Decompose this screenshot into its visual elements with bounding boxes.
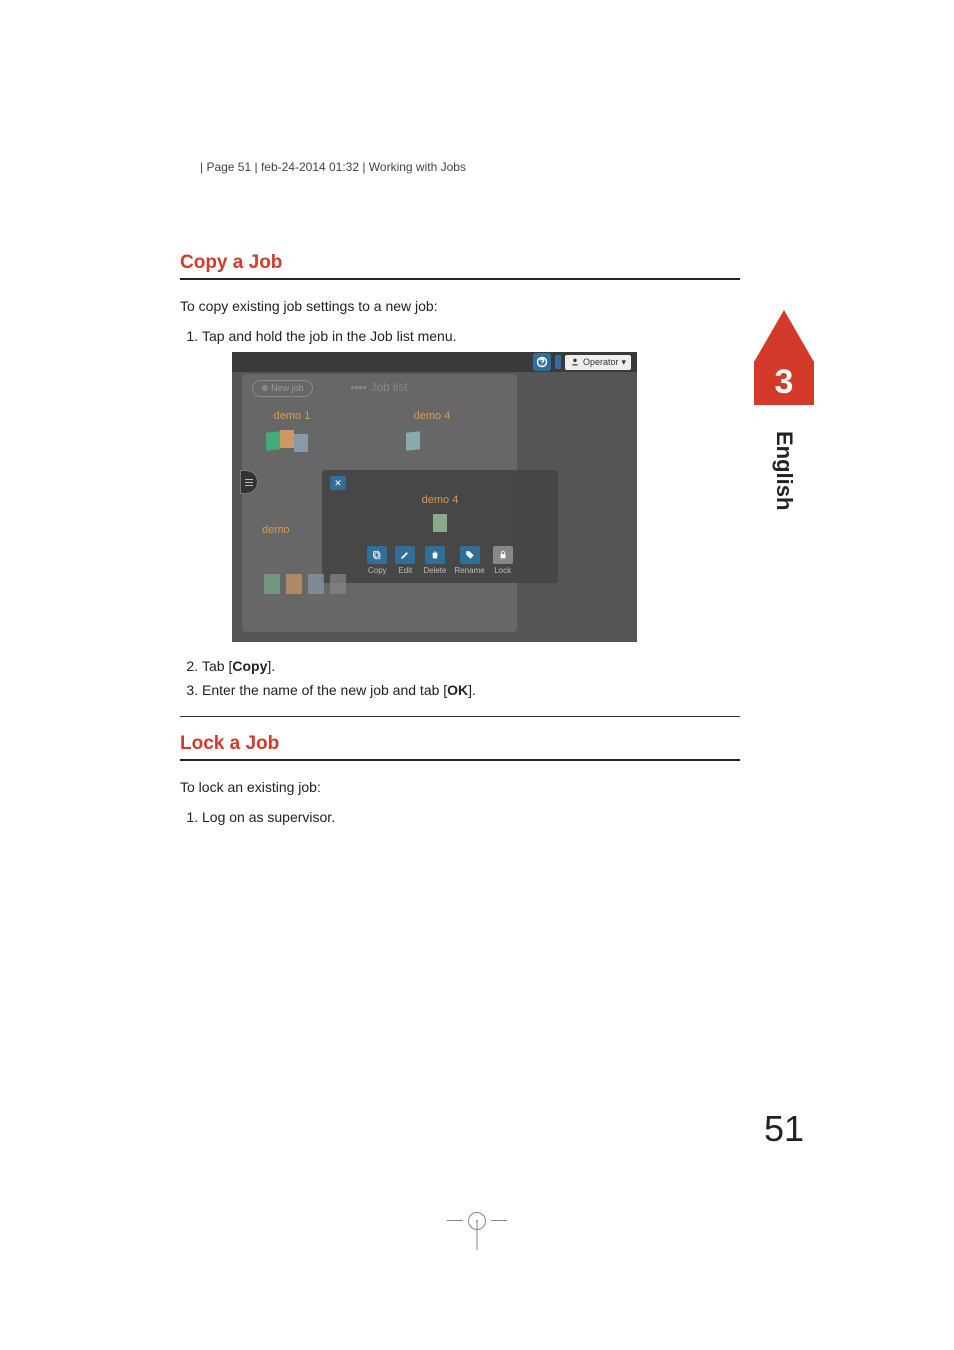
copy-step-2-bold: Copy	[232, 658, 267, 674]
copy-step-3-post: ].	[468, 682, 476, 698]
job-list-panel: ⊕ New job Job list demo 1	[242, 374, 517, 632]
job-list-title-label: Job list	[370, 380, 407, 394]
edit-icon	[395, 546, 415, 564]
copy-icon	[367, 546, 387, 564]
job-tile-demo4-label: demo 4	[402, 410, 462, 422]
popup-job-name: demo 4	[330, 494, 550, 506]
copy-action-label: Copy	[368, 566, 387, 575]
user-menu[interactable]: Operator ▾	[565, 355, 631, 370]
copy-steps-cont: Tab [Copy]. Enter the name of the new jo…	[180, 658, 740, 698]
copy-step-3: Enter the name of the new job and tab [O…	[202, 682, 740, 698]
lock-step-1: Log on as supervisor.	[202, 809, 740, 825]
lock-action-label: Lock	[494, 566, 511, 575]
crop-mark-icon	[447, 1190, 507, 1250]
chevron-down-icon: ▾	[621, 357, 626, 368]
partial-job-label: demo	[262, 524, 290, 536]
copy-steps: Tap and hold the job in the Job list men…	[180, 328, 740, 642]
screenshot-topbar: Operator ▾	[232, 352, 637, 372]
delete-action-label: Delete	[423, 566, 446, 575]
copy-step-2-pre: Tab [	[202, 658, 232, 674]
device-screenshot: Operator ▾ ⊕ New job Job list	[232, 352, 637, 642]
tag-icon	[460, 546, 480, 564]
job-tile-demo4[interactable]: demo 4	[402, 410, 462, 458]
copy-step-2: Tab [Copy].	[202, 658, 740, 674]
edit-action-label: Edit	[398, 566, 412, 575]
close-icon[interactable]: ✕	[330, 476, 346, 490]
side-menu-handle[interactable]	[240, 470, 258, 494]
page-number: 51	[764, 1108, 804, 1150]
user-icon	[570, 357, 580, 367]
bottom-job-thumbs	[264, 574, 346, 594]
job-tile-demo1[interactable]: demo 1	[262, 410, 322, 458]
language-label: English	[771, 431, 797, 510]
chapter-tab-triangle	[754, 310, 814, 362]
chapter-tab: 3 English	[754, 310, 814, 510]
delete-action[interactable]: Delete	[423, 546, 446, 575]
section-title-lock-a-job: Lock a Job	[180, 733, 740, 761]
lock-action[interactable]: Lock	[493, 546, 513, 575]
lock-icon	[493, 546, 513, 564]
popup-actions: Copy Edit Delete	[330, 546, 550, 575]
chapter-number: 3	[754, 361, 814, 405]
grid-icon	[351, 386, 366, 389]
running-header: | Page 51 | feb-24-2014 01:32 | Working …	[200, 160, 466, 174]
user-label: Operator	[583, 357, 619, 367]
copy-action[interactable]: Copy	[367, 546, 387, 575]
copy-step-1-text: Tap and hold the job in the Job list men…	[202, 328, 457, 344]
copy-step-2-post: ].	[267, 658, 275, 674]
edit-action[interactable]: Edit	[395, 546, 415, 575]
trash-icon	[425, 546, 445, 564]
job-context-popup: ✕ demo 4 Copy Edit	[322, 470, 558, 583]
copy-step-3-bold: OK	[447, 682, 468, 698]
section-divider	[180, 716, 740, 717]
lock-intro: To lock an existing job:	[180, 779, 740, 795]
rename-action[interactable]: Rename	[454, 546, 484, 575]
copy-step-1: Tap and hold the job in the Job list men…	[202, 328, 740, 642]
popup-thumb	[330, 514, 550, 538]
help-icon[interactable]	[533, 353, 551, 371]
job-list-title: Job list	[242, 380, 517, 394]
job-tile-demo1-label: demo 1	[262, 410, 322, 422]
section-title-copy-a-job: Copy a Job	[180, 252, 740, 280]
copy-intro: To copy existing job settings to a new j…	[180, 298, 740, 314]
copy-step-3-pre: Enter the name of the new job and tab [	[202, 682, 447, 698]
dropdown-indicator-icon[interactable]	[555, 355, 561, 369]
lock-steps: Log on as supervisor.	[180, 809, 740, 825]
job-row-1: demo 1 demo 4	[262, 410, 497, 458]
rename-action-label: Rename	[454, 566, 484, 575]
